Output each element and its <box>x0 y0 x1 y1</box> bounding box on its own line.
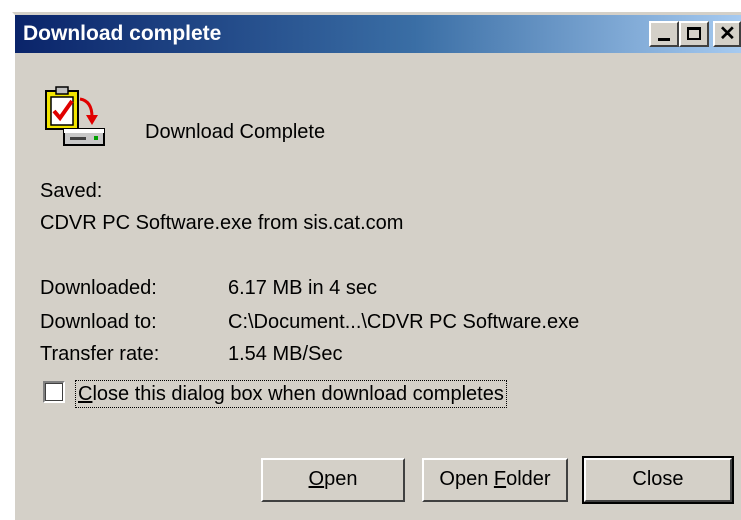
window-title: Download complete <box>23 22 222 45</box>
open-button[interactable]: Open <box>261 458 405 502</box>
title-bar[interactable]: Download complete ✕ <box>15 15 741 53</box>
saved-label: Saved: <box>40 180 103 202</box>
close-icon: ✕ <box>719 23 736 45</box>
downloaded-value: 6.17 MB in 4 sec <box>228 277 377 299</box>
download-to-value: C:\Document...\CDVR PC Software.exe <box>228 311 580 333</box>
download-to-label: Download to: <box>40 311 157 333</box>
maximize-icon <box>687 27 701 40</box>
open-folder-label-pre: Open <box>439 468 494 490</box>
downloaded-label: Downloaded: <box>40 277 157 299</box>
open-label: pen <box>324 468 358 490</box>
close-on-complete-label[interactable]: Close this dialog box when download comp… <box>75 380 507 408</box>
close-on-complete-checkbox[interactable] <box>43 381 65 403</box>
close-on-complete-mnemonic: C <box>78 383 93 405</box>
close-on-complete-text: lose this dialog box when download compl… <box>92 383 504 405</box>
minimize-icon <box>658 38 670 41</box>
download-complete-dialog: Download complete ✕ Download Complete Sa… <box>12 12 741 520</box>
transfer-rate-label: Transfer rate: <box>40 343 160 365</box>
open-folder-mnemonic: F <box>493 468 507 490</box>
open-folder-label-rest: older <box>506 468 551 490</box>
transfer-rate-value: 1.54 MB/Sec <box>228 343 343 365</box>
close-window-button[interactable]: ✕ <box>713 21 741 47</box>
close-button[interactable]: Close <box>582 456 734 504</box>
open-folder-button[interactable]: Open Folder <box>422 458 568 502</box>
minimize-button[interactable] <box>649 21 679 47</box>
maximize-button[interactable] <box>679 21 709 47</box>
download-complete-message: Download Complete <box>145 121 326 143</box>
open-mnemonic: O <box>308 468 325 490</box>
saved-value: CDVR PC Software.exe from sis.cat.com <box>40 212 404 234</box>
download-complete-icon <box>45 86 105 146</box>
